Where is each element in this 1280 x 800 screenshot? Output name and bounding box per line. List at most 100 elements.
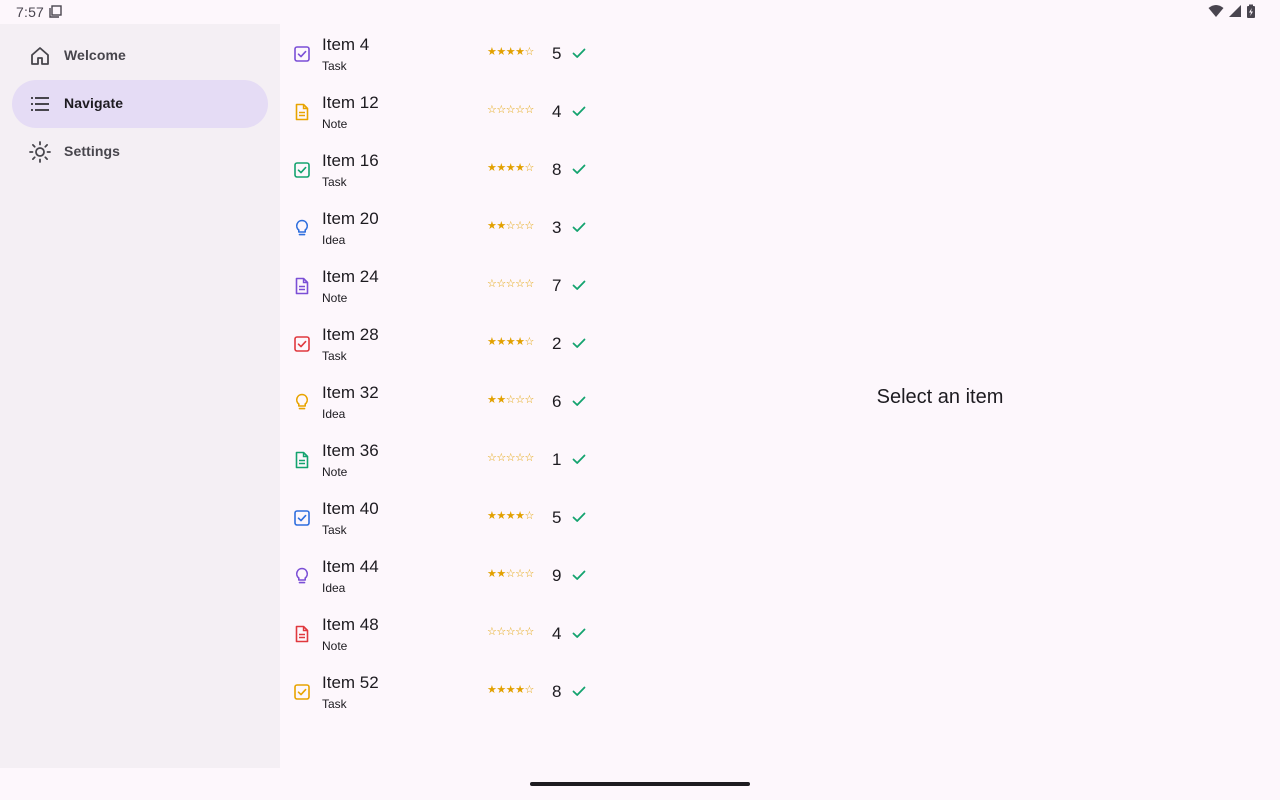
item-count: 3 bbox=[552, 218, 562, 237]
item-count: 8 bbox=[552, 160, 562, 179]
rating-stars: ★★★★☆ bbox=[487, 335, 534, 348]
list-icon bbox=[31, 97, 49, 111]
check-icon bbox=[572, 570, 586, 580]
note-document-icon bbox=[295, 103, 309, 121]
item-count: 6 bbox=[552, 392, 562, 411]
item-title: Item 12 bbox=[322, 93, 379, 112]
check-icon bbox=[572, 106, 586, 116]
list-item[interactable]: Item 12 Note ☆☆☆☆☆ 4 bbox=[280, 82, 600, 140]
note-document-icon bbox=[295, 625, 309, 643]
item-type-label: Task bbox=[322, 349, 347, 363]
empty-detail-message: Select an item bbox=[876, 386, 1004, 408]
item-title: Item 52 bbox=[322, 673, 379, 692]
item-type-label: Idea bbox=[322, 407, 346, 421]
rating-stars: ☆☆☆☆☆ bbox=[487, 103, 534, 116]
rating-stars: ★★★★☆ bbox=[487, 45, 534, 58]
rating-stars: ★★☆☆☆ bbox=[487, 567, 534, 580]
item-count: 8 bbox=[552, 682, 562, 701]
rating-stars: ★★★★☆ bbox=[487, 683, 534, 696]
item-title: Item 20 bbox=[322, 209, 379, 228]
cellular-signal-icon bbox=[1229, 5, 1241, 17]
nav-item-label: Welcome bbox=[64, 47, 126, 63]
list-item[interactable]: Item 48 Note ☆☆☆☆☆ 4 bbox=[280, 604, 600, 662]
item-title: Item 36 bbox=[322, 441, 379, 460]
list-item[interactable]: Item 52 Task ★★★★☆ 8 bbox=[280, 662, 600, 720]
item-type-label: Task bbox=[322, 523, 347, 537]
list-item[interactable]: Item 16 Task ★★★★☆ 8 bbox=[280, 140, 600, 198]
nav-item-navigate[interactable]: Navigate bbox=[12, 80, 268, 128]
item-count: 7 bbox=[552, 276, 562, 295]
task-checkbox-icon bbox=[294, 46, 310, 62]
task-checkbox-icon bbox=[294, 336, 310, 352]
item-title: Item 40 bbox=[322, 499, 379, 518]
note-document-icon bbox=[295, 451, 309, 469]
item-list: Item 4 Task ★★★★☆ 5 Item 12 Note ☆☆☆☆☆ 4… bbox=[280, 24, 600, 768]
nav-item-settings[interactable]: Settings bbox=[12, 128, 268, 176]
item-type-label: Task bbox=[322, 59, 347, 73]
brightness-icon bbox=[29, 141, 51, 163]
list-item[interactable]: Item 28 Task ★★★★☆ 2 bbox=[280, 314, 600, 372]
check-icon bbox=[572, 280, 586, 290]
rating-stars: ★★☆☆☆ bbox=[487, 219, 534, 232]
item-count: 2 bbox=[552, 334, 562, 353]
check-icon bbox=[572, 628, 586, 638]
item-type-label: Note bbox=[322, 465, 348, 479]
item-count: 5 bbox=[552, 508, 562, 527]
battery-charging-icon bbox=[1247, 4, 1255, 18]
list-item[interactable]: Item 40 Task ★★★★☆ 5 bbox=[280, 488, 600, 546]
nav-item-label: Navigate bbox=[64, 95, 124, 111]
item-count: 5 bbox=[552, 44, 562, 63]
rating-stars: ☆☆☆☆☆ bbox=[487, 451, 534, 464]
rating-stars: ☆☆☆☆☆ bbox=[487, 277, 534, 290]
gesture-navigation-handle[interactable] bbox=[530, 782, 750, 786]
item-title: Item 16 bbox=[322, 151, 379, 170]
item-title: Item 48 bbox=[322, 615, 379, 634]
wifi-icon bbox=[1208, 5, 1224, 17]
idea-lightbulb-icon bbox=[295, 219, 309, 236]
item-title: Item 28 bbox=[322, 325, 379, 344]
rating-stars: ★★★★☆ bbox=[487, 161, 534, 174]
item-type-label: Note bbox=[322, 117, 348, 131]
item-count: 4 bbox=[552, 102, 562, 121]
check-icon bbox=[572, 512, 586, 522]
rating-stars: ★★☆☆☆ bbox=[487, 393, 534, 406]
item-type-label: Task bbox=[322, 175, 347, 189]
check-icon bbox=[572, 686, 586, 696]
idea-lightbulb-icon bbox=[295, 393, 309, 410]
detail-pane: Select an item bbox=[600, 24, 1280, 768]
check-icon bbox=[572, 338, 586, 348]
status-time: 7:57 bbox=[16, 4, 45, 20]
item-type-label: Idea bbox=[322, 581, 346, 595]
task-checkbox-icon bbox=[294, 162, 310, 178]
task-checkbox-icon bbox=[294, 684, 310, 700]
list-item[interactable]: Item 32 Idea ★★☆☆☆ 6 bbox=[280, 372, 600, 430]
list-item[interactable]: Item 20 Idea ★★☆☆☆ 3 bbox=[280, 198, 600, 256]
check-icon bbox=[572, 48, 586, 58]
item-title: Item 24 bbox=[322, 267, 379, 286]
check-icon bbox=[572, 164, 586, 174]
item-count: 9 bbox=[552, 566, 562, 585]
status-bar: 7:57 bbox=[0, 0, 1280, 24]
note-document-icon bbox=[295, 277, 309, 295]
rating-stars: ★★★★☆ bbox=[487, 509, 534, 522]
check-icon bbox=[572, 454, 586, 464]
item-title: Item 4 bbox=[322, 35, 370, 54]
item-count: 1 bbox=[552, 450, 562, 469]
task-checkbox-icon bbox=[294, 510, 310, 526]
list-item[interactable]: Item 4 Task ★★★★☆ 5 bbox=[280, 24, 600, 82]
list-item[interactable]: Item 24 Note ☆☆☆☆☆ 7 bbox=[280, 256, 600, 314]
item-type-label: Note bbox=[322, 639, 348, 653]
check-icon bbox=[572, 396, 586, 406]
idea-lightbulb-icon bbox=[295, 567, 309, 584]
item-type-label: Note bbox=[322, 291, 348, 305]
home-icon bbox=[31, 47, 49, 65]
check-icon bbox=[572, 222, 586, 232]
rating-stars: ☆☆☆☆☆ bbox=[487, 625, 534, 638]
list-item[interactable]: Item 44 Idea ★★☆☆☆ 9 bbox=[280, 546, 600, 604]
item-type-label: Task bbox=[322, 697, 347, 711]
item-type-label: Idea bbox=[322, 233, 346, 247]
item-count: 4 bbox=[552, 624, 562, 643]
nav-item-welcome[interactable]: Welcome bbox=[12, 32, 268, 80]
nav-item-label: Settings bbox=[64, 143, 121, 159]
list-item[interactable]: Item 36 Note ☆☆☆☆☆ 1 bbox=[280, 430, 600, 488]
